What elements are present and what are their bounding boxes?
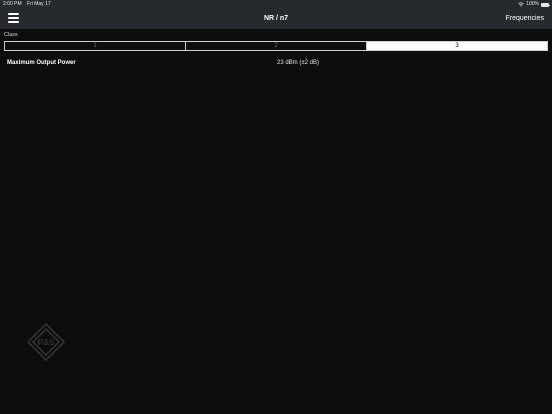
class-option-2[interactable]: 2	[186, 42, 367, 50]
rohde-schwarz-logo-icon: R&S	[26, 322, 66, 362]
battery-icon	[541, 2, 550, 7]
frequencies-button[interactable]: Frequencies	[505, 9, 544, 29]
class-option-1[interactable]: 1	[5, 42, 186, 50]
wifi-icon	[518, 2, 525, 7]
navigation-bar: NR / n7 Frequencies	[0, 9, 552, 29]
status-left: 2:00 PM Fri May 17	[3, 0, 55, 9]
battery-percent: 100%	[526, 1, 539, 7]
class-option-3[interactable]: 3	[367, 42, 547, 50]
class-segmented-control: 1 2 3	[4, 41, 548, 51]
spec-label: Maximum Output Power	[7, 60, 76, 66]
status-right: 100%	[518, 0, 550, 9]
spec-row-max-output-power: Maximum Output Power 23 dBm (±2 dB)	[7, 58, 545, 68]
status-date: Fri May 17	[27, 1, 51, 7]
page-title: NR / n7	[263, 15, 289, 22]
app-screen: 2:00 PM Fri May 17 100% NR / n7 Frequenc…	[0, 0, 552, 414]
status-bar: 2:00 PM Fri May 17 100%	[0, 0, 552, 9]
class-label: Class	[4, 32, 18, 38]
spec-value: 23 dBm (±2 dB)	[277, 60, 319, 66]
status-time: 2:00 PM	[3, 1, 22, 7]
svg-text:R&S: R&S	[38, 338, 56, 347]
